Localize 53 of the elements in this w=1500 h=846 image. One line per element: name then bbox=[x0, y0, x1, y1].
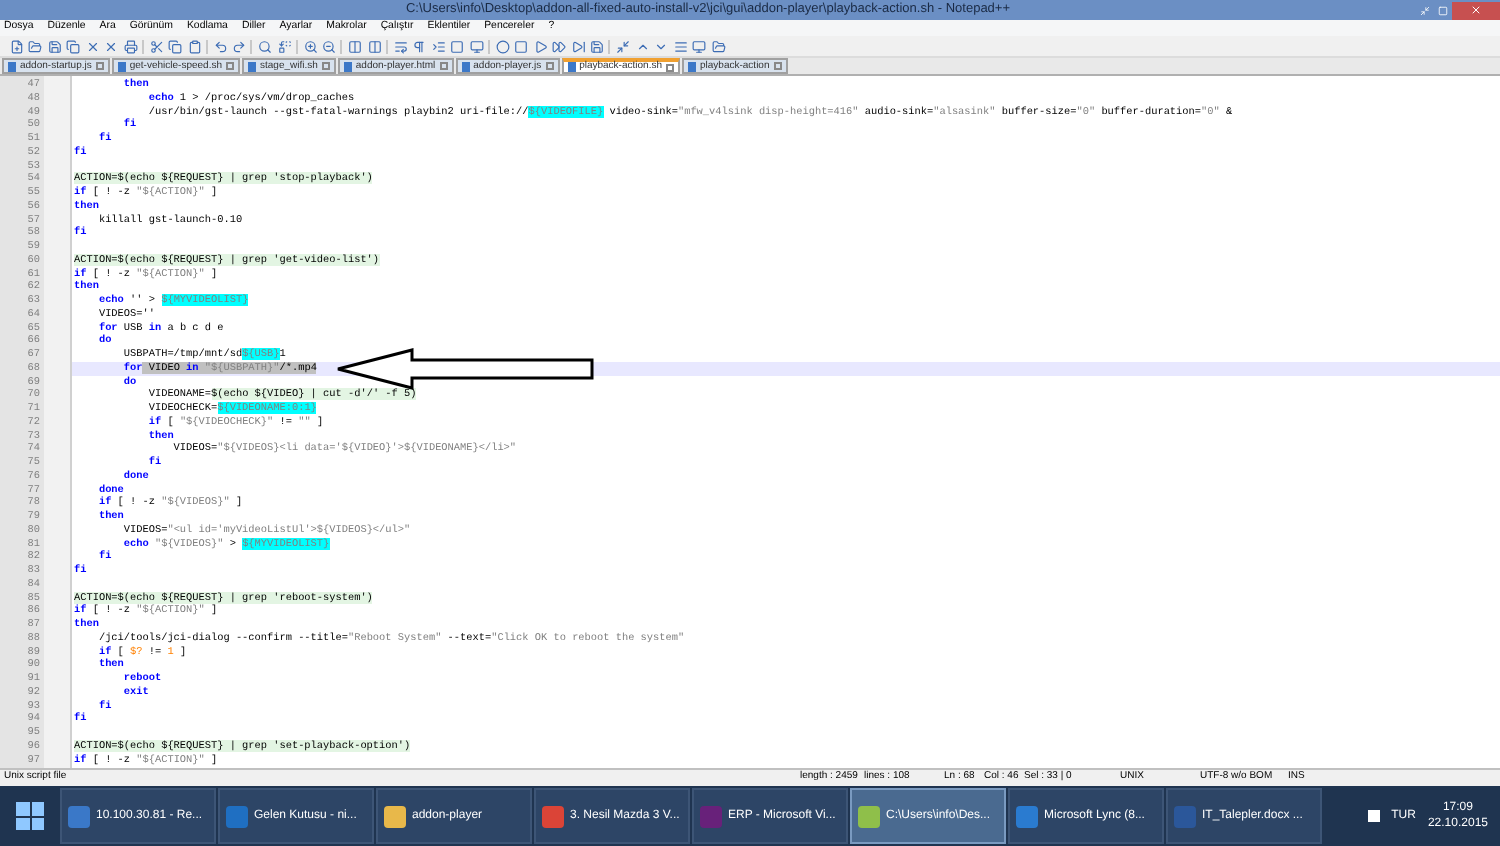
file-icon bbox=[8, 61, 16, 71]
paste-icon[interactable] bbox=[186, 38, 202, 54]
tab-close-icon[interactable] bbox=[773, 62, 782, 70]
record-icon[interactable] bbox=[494, 38, 510, 54]
folder-icon[interactable] bbox=[27, 38, 43, 54]
file-icon bbox=[117, 61, 126, 71]
cut-icon[interactable] bbox=[148, 38, 164, 54]
save-icon[interactable] bbox=[46, 38, 62, 54]
zoom-in-icon[interactable] bbox=[302, 38, 318, 54]
new-file-icon[interactable] bbox=[8, 38, 24, 54]
save-icon[interactable] bbox=[589, 38, 605, 54]
windows-logo-icon[interactable] bbox=[16, 802, 44, 830]
folder-icon[interactable] bbox=[710, 38, 726, 54]
skip-icon[interactable] bbox=[570, 38, 586, 54]
maximize-icon bbox=[1438, 5, 1448, 15]
close-all-icon[interactable] bbox=[103, 38, 119, 54]
save-all-icon[interactable] bbox=[65, 38, 81, 54]
fast-forward-icon[interactable] bbox=[551, 38, 567, 54]
minimize-icon[interactable] bbox=[615, 38, 631, 54]
zoom-out-icon[interactable] bbox=[321, 38, 337, 54]
file-icon bbox=[343, 61, 352, 71]
close-icon bbox=[1470, 4, 1482, 16]
tab-close-icon[interactable] bbox=[226, 62, 234, 70]
print-icon[interactable] bbox=[122, 38, 138, 54]
redo-icon[interactable] bbox=[231, 38, 247, 54]
flag-icon[interactable] bbox=[1367, 810, 1380, 822]
undo-icon[interactable] bbox=[212, 38, 228, 54]
tab-close-icon[interactable] bbox=[439, 62, 448, 70]
tab-close-icon[interactable] bbox=[95, 62, 104, 70]
tab-close-icon[interactable] bbox=[545, 62, 554, 70]
lines-icon[interactable] bbox=[672, 38, 688, 54]
square-icon[interactable] bbox=[449, 38, 465, 54]
wrap-icon[interactable] bbox=[392, 38, 408, 54]
copy-icon[interactable] bbox=[167, 38, 183, 54]
monitor-icon[interactable] bbox=[468, 38, 484, 54]
columns-icon[interactable] bbox=[347, 38, 363, 54]
tab-close-icon[interactable] bbox=[666, 63, 674, 71]
play-icon[interactable] bbox=[532, 38, 548, 54]
search-icon[interactable] bbox=[257, 38, 273, 54]
minimize-icon bbox=[1420, 5, 1430, 15]
indent-icon[interactable] bbox=[430, 38, 446, 54]
file-icon bbox=[248, 61, 256, 71]
tab-close-icon[interactable] bbox=[321, 62, 330, 70]
columns-icon[interactable] bbox=[366, 38, 382, 54]
file-icon bbox=[567, 62, 576, 72]
stop-icon[interactable] bbox=[513, 38, 529, 54]
pilcrow-icon[interactable] bbox=[411, 38, 427, 54]
minimize-button[interactable] bbox=[1416, 2, 1434, 18]
maximize-button[interactable] bbox=[1434, 2, 1452, 18]
file-icon bbox=[461, 61, 470, 71]
monitor-icon[interactable] bbox=[691, 38, 707, 54]
file-icon bbox=[688, 61, 696, 71]
close-icon[interactable] bbox=[84, 38, 100, 54]
